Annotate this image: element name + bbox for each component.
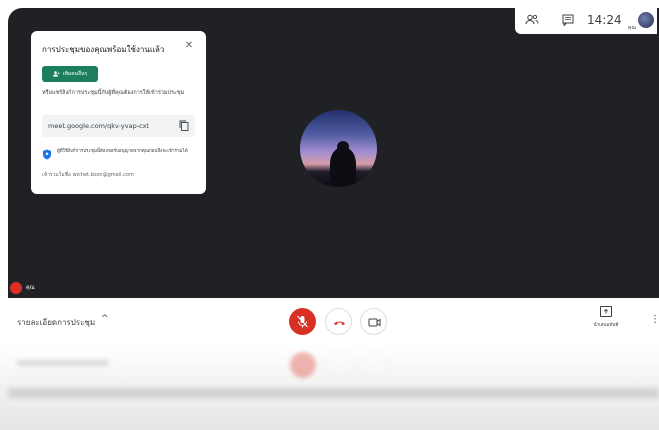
chat-icon[interactable] bbox=[557, 9, 579, 31]
user-avatar[interactable] bbox=[637, 12, 654, 28]
camera-toggle-button[interactable] bbox=[360, 308, 387, 335]
end-call-icon bbox=[334, 321, 345, 326]
share-instructions: หรือแชร์ลิงก์การประชุมนี้กับผู้ที่คุณต้อ… bbox=[42, 90, 185, 96]
reflection-band bbox=[8, 388, 659, 398]
video-camera-icon bbox=[368, 318, 381, 327]
people-icon[interactable] bbox=[521, 9, 543, 31]
add-person-icon bbox=[52, 71, 60, 77]
add-people-label: เพิ่มคนอื่นๆ bbox=[62, 71, 88, 77]
avatar-silhouette-body bbox=[330, 148, 356, 187]
meeting-link-box: meet.google.com/qkv-yvap-cxt bbox=[42, 115, 195, 137]
more-options-icon[interactable]: ⋮ bbox=[650, 314, 659, 325]
shield-icon bbox=[43, 149, 51, 160]
present-label: นำเสนอทันที bbox=[593, 323, 619, 328]
end-call-button[interactable] bbox=[325, 308, 352, 335]
you-tag: คุณ bbox=[628, 25, 636, 31]
bottom-control-bar: รายละเอียดการประชุม ^ นำเสนอทันที ⋮ bbox=[0, 298, 659, 346]
copy-icon[interactable] bbox=[179, 120, 189, 131]
add-people-button[interactable]: เพิ่มคนอื่นๆ bbox=[42, 66, 98, 82]
meeting-ready-card: การประชุมของคุณพร้อมใช้งานแล้ว ✕ เพิ่มคน… bbox=[31, 31, 206, 194]
close-icon[interactable]: ✕ bbox=[183, 40, 195, 52]
participant-avatar bbox=[300, 110, 377, 187]
chevron-up-icon[interactable]: ^ bbox=[101, 314, 109, 324]
present-now-button[interactable]: นำเสนอทันที bbox=[588, 306, 624, 328]
meeting-link[interactable]: meet.google.com/qkv-yvap-cxt bbox=[48, 122, 149, 130]
top-status-bar: 14:24 คุณ bbox=[515, 6, 657, 34]
permission-note: ผู้ที่ใช้ลิงก์การประชุมนี้ต้องขอรับอนุญา… bbox=[57, 149, 188, 154]
self-name: คุณ bbox=[26, 285, 35, 291]
clock-time: 14:24 bbox=[587, 13, 622, 27]
reflection-ghost bbox=[0, 346, 659, 394]
meeting-details-button[interactable]: รายละเอียดการประชุม bbox=[17, 316, 95, 329]
card-title: การประชุมของคุณพร้อมใช้งานแล้ว bbox=[42, 45, 165, 54]
mic-off-icon bbox=[297, 315, 308, 328]
joined-as-text: เข้าร่วมในชื่อ wichet.koon@gmail.com bbox=[42, 172, 134, 178]
self-tile-label: คุณ bbox=[10, 282, 35, 294]
mic-toggle-button[interactable] bbox=[289, 308, 316, 335]
mic-off-icon bbox=[10, 282, 22, 294]
present-screen-icon bbox=[600, 306, 612, 317]
reflection-overlay bbox=[0, 346, 659, 430]
